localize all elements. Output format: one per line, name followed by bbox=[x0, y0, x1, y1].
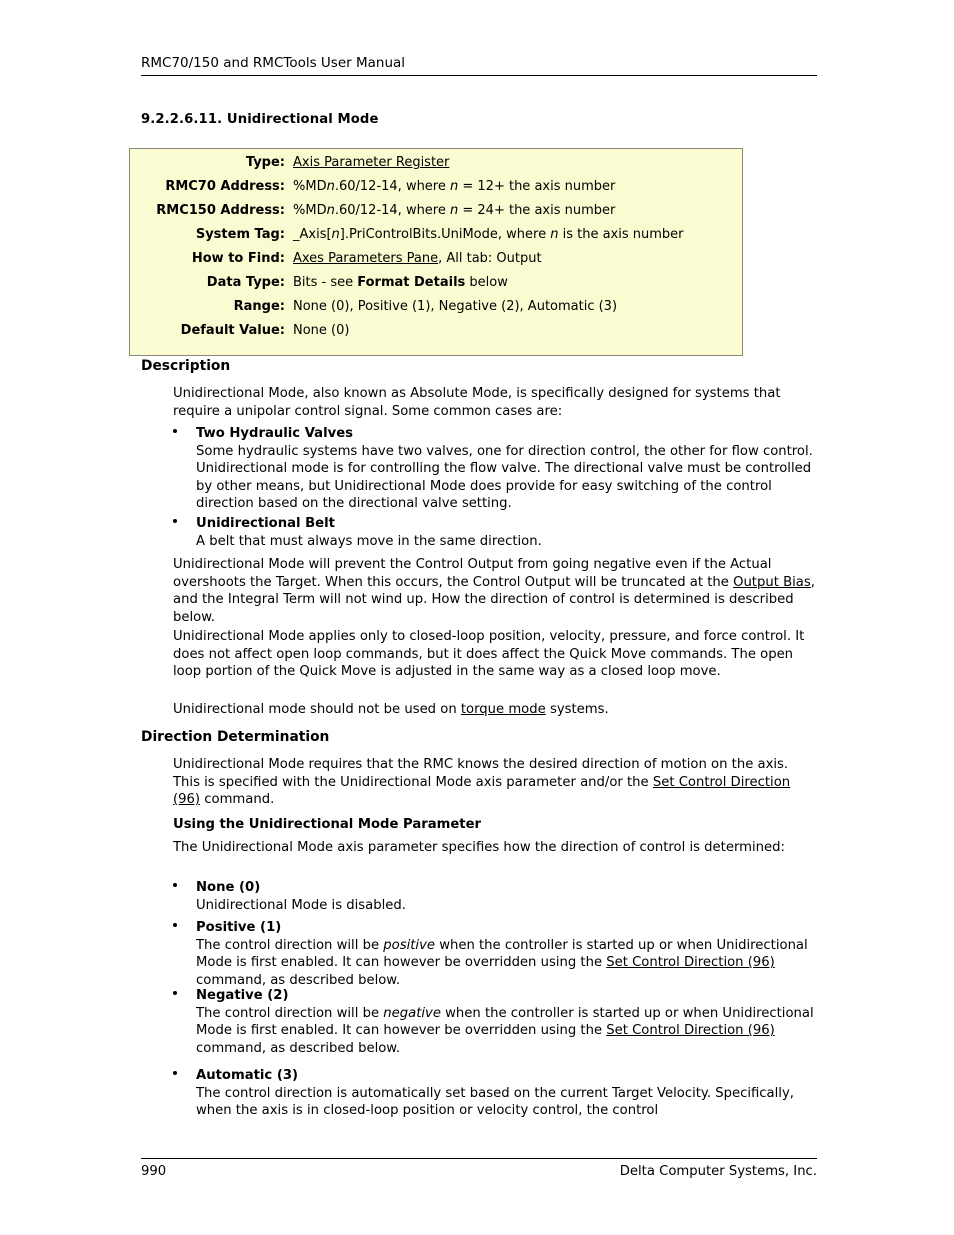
list-item-title: None (0) bbox=[196, 880, 261, 895]
table-row-label: RMC150 Address: bbox=[156, 203, 285, 218]
list-item-body: The control direction will be negative w… bbox=[196, 1005, 814, 1056]
table-row: Type: Axis Parameter Register bbox=[130, 155, 742, 179]
page-running-header: RMC70/150 and RMCTools User Manual bbox=[141, 54, 817, 76]
list-item-body: The control direction will be positive w… bbox=[196, 937, 808, 988]
table-row-value: None (0) bbox=[293, 323, 350, 338]
list-item: Two Hydraulic Valves Some hydraulic syst… bbox=[173, 425, 815, 513]
direction-determination-intro: Unidirectional Mode requires that the RM… bbox=[173, 757, 791, 808]
parameter-info-table: Type: Axis Parameter Register RMC70 Addres… bbox=[129, 148, 743, 356]
list-item-body: Some hydraulic systems have two valves, … bbox=[196, 443, 813, 512]
table-row-label: Default Value: bbox=[180, 323, 285, 338]
page-number: 990 bbox=[141, 1164, 167, 1179]
table-row: How to Find: Axes Parameters Pane, All ta… bbox=[130, 251, 742, 275]
list-item-title: Two Hydraulic Valves bbox=[196, 426, 353, 441]
list-item-body: The control direction is automatically s… bbox=[196, 1085, 794, 1119]
description-paragraph-4: Unidirectional mode should not be used o… bbox=[173, 702, 609, 717]
table-row-label: RMC70 Address: bbox=[165, 179, 285, 194]
list-item-body: A belt that must always move in the same… bbox=[196, 533, 542, 549]
table-row-value: %MDn.60/12-14, where n = 24+ the axis nu… bbox=[293, 203, 616, 218]
bullet-dot-icon bbox=[173, 1071, 177, 1075]
list-item-body: Unidirectional Mode is disabled. bbox=[196, 897, 406, 913]
table-row-label: Type: bbox=[245, 155, 285, 170]
list-item-title: Positive (1) bbox=[196, 920, 282, 935]
bullet-dot-icon bbox=[173, 883, 177, 887]
heading-description: Description bbox=[141, 358, 231, 374]
list-item-title: Automatic (3) bbox=[196, 1068, 299, 1083]
list-item: Negative (2) The control direction will … bbox=[173, 987, 815, 1057]
list-item-title: Negative (2) bbox=[196, 988, 289, 1003]
table-row-value: _Axis[n].PriControlBits.UniMode, where n… bbox=[293, 227, 684, 242]
bullet-dot-icon bbox=[173, 923, 177, 927]
table-row-label: Range: bbox=[233, 299, 285, 314]
table-row: RMC70 Address: %MDn.60/12-14, where n = 1… bbox=[130, 179, 742, 203]
table-row-value: Axis Parameter Register bbox=[293, 155, 450, 170]
running-title: RMC70/150 and RMCTools User Manual bbox=[141, 55, 406, 71]
table-row-value: None (0), Positive (1), Negative (2), Au… bbox=[293, 299, 618, 314]
list-item: Unidirectional Belt A belt that must alw… bbox=[173, 515, 815, 550]
subheading-using-parameter: Using the Unidirectional Mode Parameter bbox=[173, 817, 482, 832]
header-rule bbox=[141, 75, 817, 76]
table-row-label: System Tag: bbox=[195, 227, 285, 242]
bullet-dot-icon bbox=[173, 429, 177, 433]
bullet-dot-icon bbox=[173, 519, 177, 523]
table-row-value: Axes Parameters Pane, All tab: Output bbox=[293, 251, 542, 266]
description-intro: Unidirectional Mode, also known as Absol… bbox=[173, 386, 781, 419]
table-row: System Tag: _Axis[n].PriControlBits.UniMo… bbox=[130, 227, 742, 251]
table-row-value: Bits - see Format Details below bbox=[293, 275, 508, 290]
description-paragraph-2: Unidirectional Mode will prevent the Con… bbox=[173, 557, 815, 625]
table-row: Default Value: None (0) bbox=[130, 323, 742, 347]
parameter-intro: The Unidirectional Mode axis parameter s… bbox=[173, 840, 785, 855]
footer-rule bbox=[141, 1158, 817, 1159]
table-row: Range: None (0), Positive (1), Negative (… bbox=[130, 299, 742, 323]
table-row: Data Type: Bits - see Format Details belo… bbox=[130, 275, 742, 299]
table-row: RMC150 Address: %MDn.60/12-14, where n = … bbox=[130, 203, 742, 227]
heading-direction-determination: Direction Determination bbox=[141, 729, 330, 745]
document-page: RMC70/150 and RMCTools User Manual 9.2.2… bbox=[0, 0, 954, 1235]
table-row-label: Data Type: bbox=[206, 275, 285, 290]
list-item: Positive (1) The control direction will … bbox=[173, 919, 815, 989]
footer-company: Delta Computer Systems, Inc. bbox=[619, 1164, 817, 1179]
page-title: 9.2.2.6.11. Unidirectional Mode bbox=[141, 112, 379, 127]
page-footer: 990 Delta Computer Systems, Inc. bbox=[141, 1158, 817, 1179]
list-item-title: Unidirectional Belt bbox=[196, 516, 335, 531]
bullet-dot-icon bbox=[173, 991, 177, 995]
table-row-value: %MDn.60/12-14, where n = 12+ the axis nu… bbox=[293, 179, 616, 194]
list-item: Automatic (3) The control direction is a… bbox=[173, 1067, 815, 1120]
table-row-label: How to Find: bbox=[191, 251, 285, 266]
description-paragraph-3: Unidirectional Mode applies only to clos… bbox=[173, 629, 805, 680]
list-item: None (0) Unidirectional Mode is disabled… bbox=[173, 879, 815, 914]
